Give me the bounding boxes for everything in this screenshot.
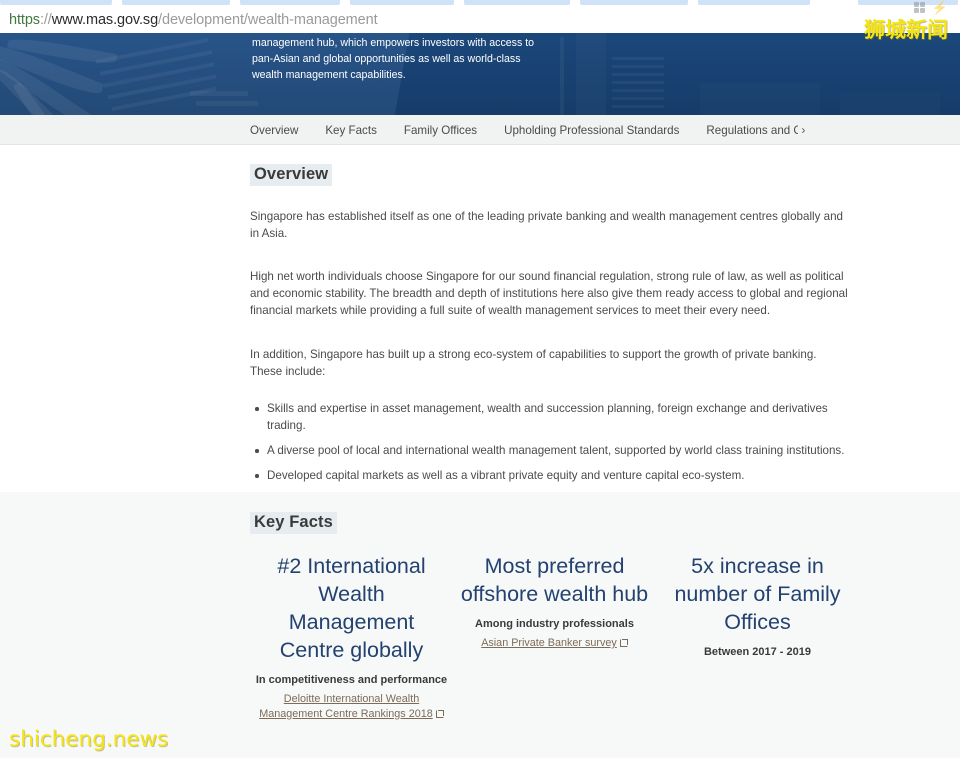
tab-stub[interactable]: [580, 0, 688, 5]
nav-item-key-facts[interactable]: Key Facts: [325, 124, 377, 137]
key-fact-card: Most preferred offshore wealth hub Among…: [453, 552, 656, 722]
hero-line: pan-Asian and global opportunities as we…: [252, 53, 521, 66]
browser-address-bar[interactable]: https://www.mas.gov.sg/development/wealt…: [0, 7, 960, 33]
watermark-chinese: 狮城新闻: [864, 18, 948, 42]
key-fact-subtitle: Among industry professionals: [475, 618, 634, 630]
tab-stub[interactable]: [698, 0, 810, 5]
key-fact-card: #2 International Wealth Management Centr…: [250, 552, 453, 722]
tab-stub[interactable]: [350, 0, 454, 5]
chevron-right-icon[interactable]: ›: [801, 123, 805, 137]
key-fact-subtitle: Between 2017 - 2019: [703, 646, 811, 658]
overview-section: Overview Singapore has established itsel…: [250, 145, 850, 534]
list-item: A diverse pool of local and internationa…: [255, 442, 850, 459]
nav-item-family-offices[interactable]: Family Offices: [404, 124, 477, 137]
key-fact-source-label: Asian Private Banker survey: [481, 637, 617, 649]
external-link-icon: [619, 639, 628, 647]
overview-paragraph: Singapore has established itself as one …: [250, 210, 843, 240]
watermark-site-name: shicheng.news: [9, 727, 169, 752]
hero-description: management hub, which empowers investors…: [252, 35, 552, 84]
url-text: https://www.mas.gov.sg/development/wealt…: [9, 12, 378, 28]
external-link-icon: [435, 709, 444, 718]
nav-item-overview[interactable]: Overview: [250, 124, 298, 137]
overview-paragraph: In addition, Singapore has built up a st…: [250, 348, 817, 378]
section-title-key-facts: Key Facts: [250, 512, 337, 534]
key-fact-title: 5x increase in number of Family Offices: [674, 554, 841, 634]
url-host: www.mas.gov.sg: [51, 12, 159, 28]
key-fact-subtitle: In competitiveness and performance: [255, 674, 448, 686]
key-fact-title: Most preferred offshore wealth hub: [460, 554, 649, 606]
key-facts-card-list: #2 International Wealth Management Centr…: [250, 552, 860, 722]
nav-item-upholding-professional-standards[interactable]: Upholding Professional Standards: [504, 124, 679, 137]
key-fact-source-label: Deloitte International Wealth Management…: [259, 693, 433, 720]
overview-paragraph: High net worth individuals choose Singap…: [250, 270, 848, 317]
url-path: /development/wealth-management: [158, 12, 378, 28]
key-fact-card: 5x increase in number of Family Offices …: [656, 552, 859, 722]
qr-code-icon: [913, 2, 925, 13]
hero-line: wealth management capabilities.: [252, 69, 406, 82]
tab-stub[interactable]: [240, 0, 340, 5]
lightning-bolt-icon: ⚡: [931, 0, 948, 15]
browser-tab-strip[interactable]: [0, 0, 960, 7]
page-title-overview: Overview: [250, 164, 333, 186]
nav-item-regulations-and-guidance[interactable]: Regulations and Guidance›: [706, 123, 805, 137]
section-navigation: Overview Key Facts Family Offices Uphold…: [0, 115, 960, 145]
hero-line: management hub, which empowers investors…: [252, 37, 535, 49]
list-item: Developed capital markets as well as a v…: [255, 467, 850, 484]
key-facts-inner: Key Facts #2 International Wealth Manage…: [250, 492, 860, 722]
tab-stub[interactable]: [122, 0, 230, 5]
tab-stub[interactable]: [464, 0, 570, 5]
url-separator: ://: [39, 12, 52, 28]
hero-banner: management hub, which empowers investors…: [0, 33, 960, 115]
tab-stub[interactable]: [0, 0, 112, 5]
key-facts-section: Key Facts #2 International Wealth Manage…: [0, 492, 960, 758]
key-fact-source-link[interactable]: Deloitte International Wealth Management…: [254, 692, 449, 721]
section-navigation-items: Overview Key Facts Family Offices Uphold…: [250, 115, 805, 145]
watermark-icon-group: ⚡: [913, 0, 948, 15]
key-fact-title: #2 International Wealth Management Centr…: [277, 554, 426, 662]
nav-item-regulations-label: Regulations and Guidance: [706, 124, 799, 138]
url-scheme: https: [9, 12, 40, 28]
list-item: Skills and expertise in asset management…: [255, 400, 850, 434]
key-fact-source-link[interactable]: Asian Private Banker survey: [481, 636, 628, 651]
